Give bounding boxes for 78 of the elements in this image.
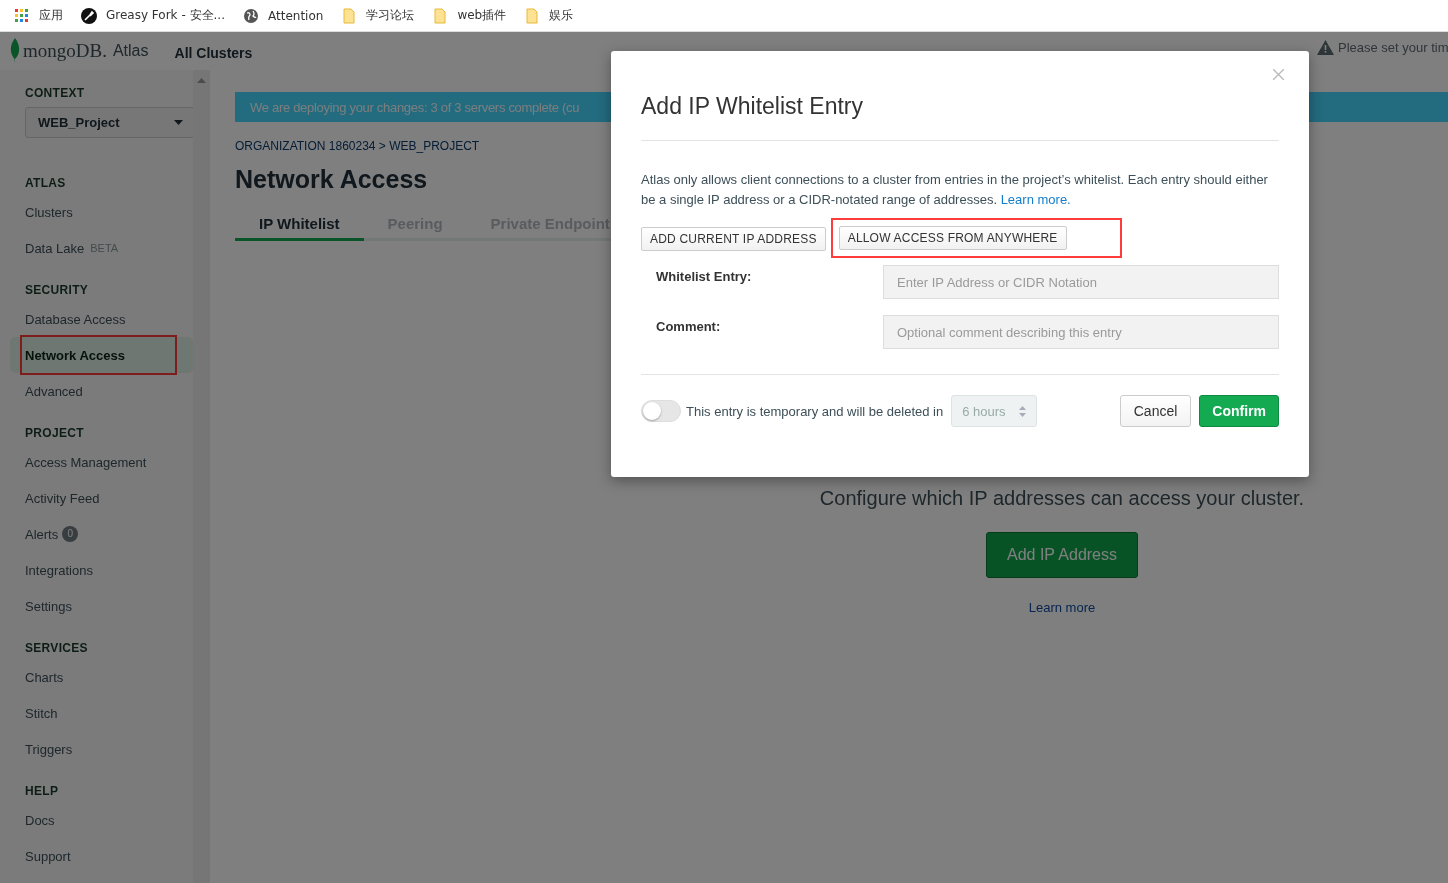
toggle-switch[interactable]: [641, 400, 681, 422]
section-label: CONTEXT: [24, 86, 86, 100]
learn-more-link[interactable]: Learn more.: [1000, 192, 1071, 207]
sidebar-item[interactable]: Integrations: [10, 552, 193, 588]
item-label: Advanced: [25, 383, 83, 399]
sidebar-item[interactable]: Docs: [10, 802, 193, 838]
toggle-label: This entry is temporary and will be deleted in: [686, 403, 944, 419]
globe-icon: [243, 7, 259, 24]
banner-text: We are deploying your changes: 3 of 3 servers complete (cu: [250, 99, 580, 115]
item-label: Access Management: [25, 454, 147, 470]
add-ip-button[interactable]: Add IP Address: [986, 532, 1138, 578]
duration-select[interactable]: 6 hours: [951, 395, 1038, 427]
cancel-button[interactable]: Cancel: [1119, 395, 1192, 427]
section-label: PROJECT: [24, 426, 85, 440]
item-label: Database Access: [25, 311, 126, 327]
sidebar-item[interactable]: Charts: [10, 659, 193, 695]
sidebar-item[interactable]: Network Access: [10, 337, 193, 373]
sidebar-item[interactable]: Activity Feed: [10, 480, 193, 516]
page-title: Network Access: [235, 165, 428, 194]
breadcrumb[interactable]: ORGANIZATION 1860234 > WEB_PROJECT: [235, 139, 480, 153]
item-label: Charts: [25, 669, 64, 685]
all-clusters-link[interactable]: All Clusters: [174, 45, 253, 61]
sort-arrows-icon: [1019, 405, 1027, 417]
field-label: Whitelist Entry:: [655, 268, 753, 284]
bookmark[interactable]: 娱乐: [524, 7, 574, 24]
confirm-button[interactable]: Confirm: [1199, 395, 1279, 427]
sidebar-item[interactable]: Support: [10, 838, 193, 874]
tab[interactable]: IP Whitelist: [235, 215, 364, 241]
product-name: Atlas: [112, 42, 149, 60]
item-label: Stitch: [25, 705, 58, 721]
section-label: HELP: [24, 784, 60, 798]
item-label: Network Access: [25, 347, 125, 363]
sidebar-item[interactable]: Stitch: [10, 695, 193, 731]
empty-state-subtitle: Configure which IP addresses can access your cluster.: [819, 487, 1305, 510]
item-label: Settings: [25, 598, 72, 614]
item-label: Activity Feed: [25, 490, 100, 506]
item-label: Triggers: [25, 741, 73, 757]
apps-grid-icon: [14, 7, 30, 24]
timezone-notice: Please set your tim: [1338, 40, 1448, 55]
dialog-description: Atlas only allows client connections to a cluster from entries in the project’s whitelist. Each entry should either be a single IP address or a CIDR-notated range of addresses. Learn more.: [641, 171, 1269, 209]
folder-icon: [341, 7, 358, 24]
section-label: ATLAS: [24, 176, 67, 190]
caret-icon: [174, 120, 183, 125]
logo-wordmark: mongoDB.: [23, 40, 107, 62]
bookmark[interactable]: web插件: [432, 7, 507, 24]
count-badge: 0: [62, 526, 79, 542]
section-label: SECURITY: [24, 283, 90, 297]
project-dropdown[interactable]: WEB_Project: [25, 107, 195, 138]
item-label: Support: [25, 848, 71, 864]
dialog-title: Add IP Whitelist Entry: [641, 93, 1279, 141]
quick-add-button[interactable]: ADD CURRENT IP ADDRESS: [641, 227, 826, 251]
bookmark[interactable]: Attention: [243, 7, 324, 24]
folder-icon: [432, 7, 449, 24]
field-label: Comment:: [655, 318, 722, 334]
item-label: Docs: [25, 812, 55, 828]
sidebar-item[interactable]: Settings: [10, 588, 193, 624]
close-icon[interactable]: [1273, 69, 1284, 80]
sidebar-item[interactable]: Alerts 0: [10, 516, 193, 552]
sidebar-item[interactable]: Clusters: [10, 194, 193, 230]
item-label: Integrations: [25, 562, 93, 578]
learn-more-link[interactable]: Learn more: [1028, 600, 1096, 615]
bookmark[interactable]: 学习论坛: [341, 7, 415, 24]
warning-icon: [1317, 40, 1334, 55]
scroll-up-icon[interactable]: [197, 78, 206, 83]
sidebar-item[interactable]: Advanced: [10, 373, 193, 409]
item-label: Clusters: [25, 204, 73, 220]
input-field[interactable]: Optional comment describing this entry: [883, 315, 1279, 349]
bookmark[interactable]: Greasy Fork - 安全...: [81, 7, 225, 24]
bookmark[interactable]: 应用: [14, 7, 63, 24]
sidebar-item[interactable]: Database Access: [10, 301, 193, 337]
input-field[interactable]: Enter IP Address or CIDR Notation: [883, 265, 1279, 299]
sidebar-item[interactable]: Access Management: [10, 444, 193, 480]
item-label: Alerts: [25, 526, 59, 542]
sidebar-item[interactable]: Triggers: [10, 731, 193, 767]
folder-icon: [524, 7, 541, 24]
item-label: Data Lake: [25, 240, 85, 256]
section-label: SERVICES: [24, 641, 89, 655]
quick-add-button[interactable]: ALLOW ACCESS FROM ANYWHERE: [838, 226, 1067, 250]
